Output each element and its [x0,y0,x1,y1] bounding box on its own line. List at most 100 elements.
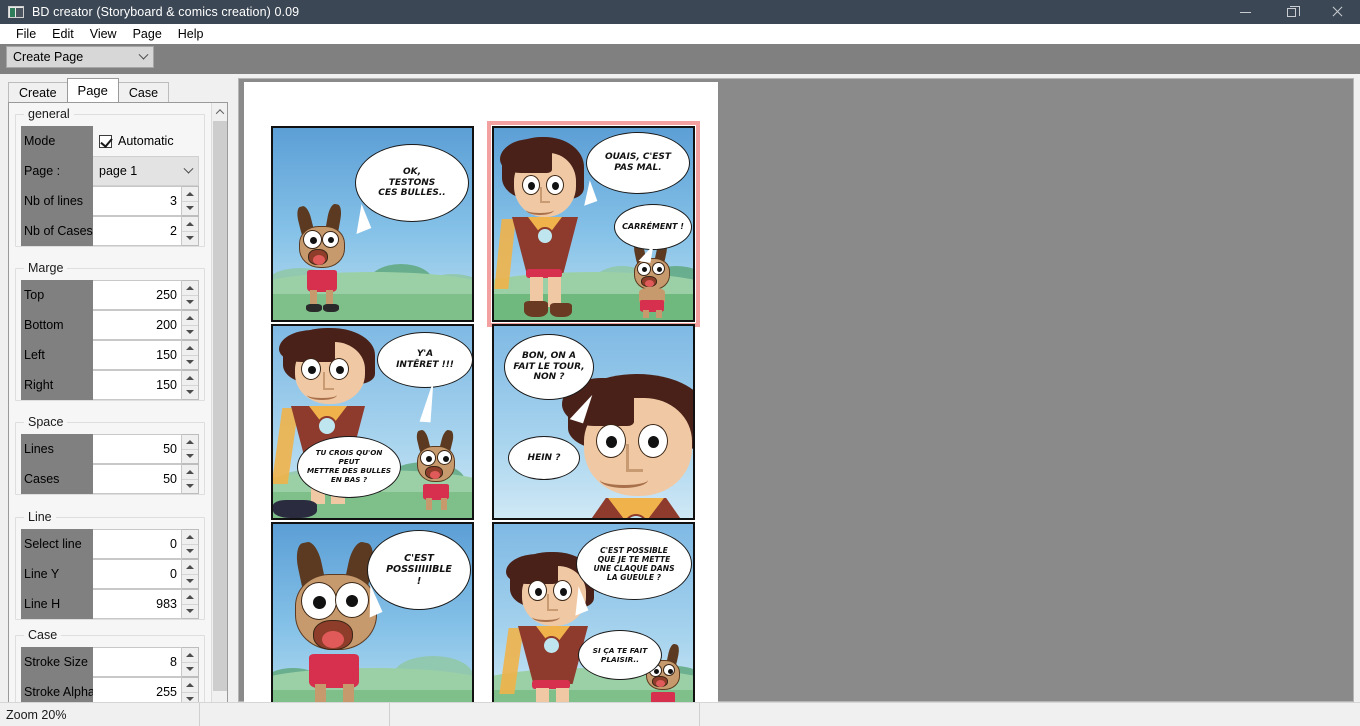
comic-panel-3[interactable]: Y'A INTÊRET !!! TU CROIS QU'ON PEUT METT… [271,324,474,520]
stroke-size-input[interactable]: 8 [93,647,182,677]
nb-of-cases-input[interactable]: 2 [93,216,182,246]
row-margin-left: Left 150 [21,340,199,370]
speech-bubble[interactable]: OK, TESTONS CES BULLES.. [355,144,469,222]
speech-bubble[interactable]: HEIN ? [508,436,580,480]
page-sheet[interactable]: OK, TESTONS CES BULLES.. OUAIS, C'EST PA… [244,82,718,718]
bubble-text: C'EST POSSIIIIIBLE ! [386,552,452,587]
row-nb-of-cases: Nb of Cases 2 [21,216,199,246]
speech-bubble[interactable]: C'EST POSSIIIIIBLE ! [367,530,471,610]
stepper-down-icon[interactable] [182,324,198,339]
margin-bottom-stepper[interactable] [182,310,199,340]
select-line-stepper[interactable] [182,529,199,559]
bubble-text: TU CROIS QU'ON PEUT METTRE DES BULLES EN… [306,448,392,484]
app-icon [8,6,24,18]
stepper-up-icon[interactable] [182,678,198,692]
comic-panel-6[interactable]: C'EST POSSIBLE QUE JE TE METTE UNE CLAQU… [492,522,695,718]
margin-left-input[interactable]: 150 [93,340,182,370]
comic-panel-2[interactable]: OUAIS, C'EST PAS MAL. CARRÉMENT ! [487,121,700,327]
minimize-button[interactable] [1222,0,1268,24]
mode-combo[interactable]: Create Page [6,46,154,68]
line-y-input[interactable]: 0 [93,559,182,589]
menu-page[interactable]: Page [125,25,170,43]
margin-right-input[interactable]: 150 [93,370,182,400]
label-mode: Mode [21,126,93,156]
stepper-up-icon[interactable] [182,648,198,662]
row-stroke-size: Stroke Size 8 [21,647,199,677]
status-cell-4 [700,703,1360,726]
bubble-text: BON, ON A FAIT LE TOUR, NON ? [513,350,585,383]
speech-bubble[interactable]: OUAIS, C'EST PAS MAL. [586,132,690,194]
stepper-down-icon[interactable] [182,354,198,369]
space-lines-stepper[interactable] [182,434,199,464]
speech-bubble[interactable]: TU CROIS QU'ON PEUT METTRE DES BULLES EN… [297,436,401,498]
margin-top-stepper[interactable] [182,280,199,310]
page-select[interactable]: page 1 [93,156,199,186]
stepper-up-icon[interactable] [182,371,198,385]
maximize-restore-button[interactable] [1268,0,1314,24]
comic-panel-4[interactable]: BON, ON A FAIT LE TOUR, NON ? HEIN ? [492,324,695,520]
stepper-up-icon[interactable] [182,465,198,479]
space-cases-input[interactable]: 50 [93,464,182,494]
stepper-down-icon[interactable] [182,294,198,309]
margin-left-stepper[interactable] [182,340,199,370]
speech-bubble[interactable]: SI ÇA TE FAIT PLAISIR.. [578,630,662,680]
line-h-stepper[interactable] [182,589,199,619]
margin-right-stepper[interactable] [182,370,199,400]
select-line-input[interactable]: 0 [93,529,182,559]
close-button[interactable] [1314,0,1360,24]
stepper-up-icon[interactable] [182,311,198,325]
stepper-down-icon[interactable] [182,661,198,676]
menu-help[interactable]: Help [170,25,212,43]
stepper-up-icon[interactable] [182,560,198,574]
stepper-up-icon[interactable] [182,435,198,449]
bubble-text: OUAIS, C'EST PAS MAL. [604,152,672,173]
stepper-down-icon[interactable] [182,603,198,618]
speech-bubble[interactable]: C'EST POSSIBLE QUE JE TE METTE UNE CLAQU… [576,528,692,600]
panel-scroll-area: general Mode Automatic Page : page 1 Nb … [9,103,212,726]
comic-panel-1[interactable]: OK, TESTONS CES BULLES.. [271,126,474,322]
margin-bottom-input[interactable]: 200 [93,310,182,340]
nb-of-lines-stepper[interactable] [182,186,199,216]
speech-bubble[interactable]: CARRÉMENT ! [614,204,692,250]
tab-case[interactable]: Case [117,82,170,102]
stroke-size-stepper[interactable] [182,647,199,677]
label-margin-bottom: Bottom [21,310,93,340]
stepper-down-icon[interactable] [182,543,198,558]
stepper-up-icon[interactable] [182,217,198,231]
panel-scrollbar[interactable] [211,103,227,726]
mode-automatic-checkbox[interactable]: Automatic [93,126,199,156]
stepper-down-icon[interactable] [182,448,198,463]
stepper-down-icon[interactable] [182,478,198,493]
scrollbar-thumb[interactable] [213,121,227,691]
tab-create[interactable]: Create [8,82,68,102]
stepper-up-icon[interactable] [182,187,198,201]
row-select-line: Select line 0 [21,529,199,559]
line-y-stepper[interactable] [182,559,199,589]
menu-file[interactable]: File [8,25,44,43]
nb-of-lines-input[interactable]: 3 [93,186,182,216]
line-h-input[interactable]: 983 [93,589,182,619]
stepper-down-icon[interactable] [182,384,198,399]
stepper-up-icon[interactable] [182,590,198,604]
stepper-down-icon[interactable] [182,573,198,588]
chevron-down-icon [133,49,153,61]
menu-edit[interactable]: Edit [44,25,82,43]
status-zoom: Zoom 20% [0,702,200,726]
space-lines-input[interactable]: 50 [93,434,182,464]
comic-panel-5[interactable]: C'EST POSSIIIIIBLE ! [271,522,474,718]
stepper-up-icon[interactable] [182,530,198,544]
margin-top-input[interactable]: 250 [93,280,182,310]
space-cases-stepper[interactable] [182,464,199,494]
stepper-down-icon[interactable] [182,230,198,245]
bubble-text: HEIN ? [527,452,561,463]
label-nb-of-lines: Nb of lines [21,186,93,216]
canvas-area[interactable]: OK, TESTONS CES BULLES.. OUAIS, C'EST PA… [238,78,1354,718]
tab-page[interactable]: Page [66,78,119,102]
nb-of-cases-stepper[interactable] [182,216,199,246]
menu-view[interactable]: View [82,25,125,43]
stepper-up-icon[interactable] [182,341,198,355]
stepper-down-icon[interactable] [182,200,198,215]
stepper-up-icon[interactable] [182,281,198,295]
scroll-up-button[interactable] [212,103,227,120]
group-marge: Marge Top 250 Bottom 200 Left 150 Right … [15,261,205,401]
